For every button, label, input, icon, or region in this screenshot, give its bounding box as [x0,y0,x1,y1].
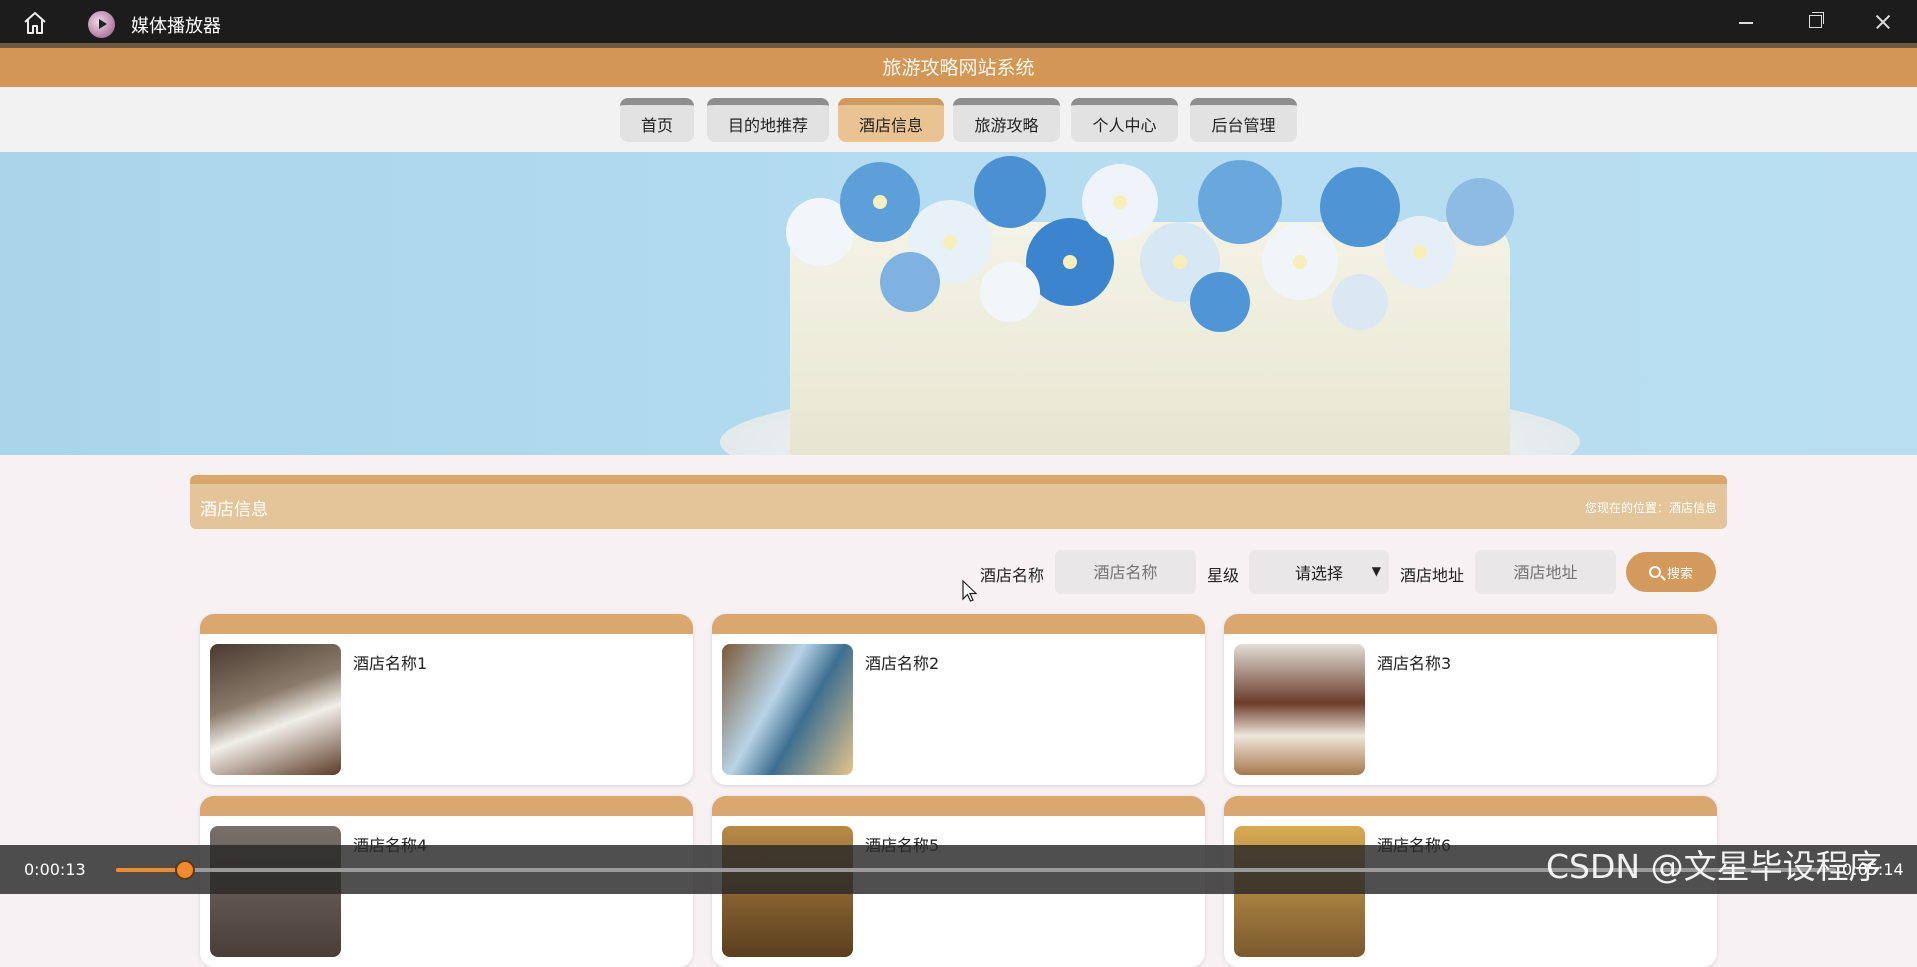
breadcrumb: 您现在的位置：酒店信息 [1584,501,1717,515]
hotel-name[interactable]: 酒店名称2 [865,650,939,674]
panel-header: 酒店信息 您现在的位置：酒店信息 [190,475,1727,529]
chevron-down-icon: ▼ [1371,564,1381,578]
hotel-card[interactable]: 酒店名称1 [200,614,693,785]
hotel-name[interactable]: 酒店名称1 [353,650,427,674]
current-time: 0:00:13 [24,860,86,879]
hotel-image[interactable] [722,644,853,775]
main-nav: 首页 目的地推荐 酒店信息 旅游攻略 个人中心 后台管理 [0,87,1917,152]
window-titlebar: 媒体播放器 [0,0,1917,43]
mouse-cursor-icon [962,580,978,602]
nav-item-hotels[interactable]: 酒店信息 [838,98,944,142]
site-title: 旅游攻略网站系统 [882,57,1035,79]
search-button-label: 搜索 [1666,566,1693,582]
hotel-name-input[interactable] [1055,550,1196,594]
page-title: 酒店信息 [200,500,268,520]
nav-item-guides[interactable]: 旅游攻略 [953,98,1060,142]
hotel-card[interactable]: 酒店名称2 [712,614,1205,785]
star-label: 星级 [1207,566,1240,585]
banner-image [0,152,1917,455]
hotel-address-label: 酒店地址 [1400,566,1465,585]
hotel-name-label: 酒店名称 [980,566,1045,585]
search-button[interactable]: 搜索 [1626,552,1716,592]
nav-item-admin[interactable]: 后台管理 [1190,98,1297,142]
hotel-address-input[interactable] [1475,550,1616,594]
hotel-name[interactable]: 酒店名称3 [1377,650,1451,674]
site-header: 旅游攻略网站系统 [0,43,1917,87]
watermark: CSDN @文星毕设程序 [1546,847,1882,886]
star-select-value: 请选择 [1294,564,1343,583]
hotel-image[interactable] [210,644,341,775]
banner-flowers [786,156,1514,332]
star-select[interactable]: 请选择 ▼ [1249,550,1389,594]
home-icon[interactable] [22,11,48,35]
media-player-logo-icon [88,11,115,38]
close-icon[interactable] [1868,8,1898,36]
hotel-image[interactable] [1234,644,1365,775]
restore-icon[interactable] [1800,8,1830,36]
nav-item-destinations[interactable]: 目的地推荐 [707,98,829,142]
window-title: 媒体播放器 [131,16,221,37]
seek-bar-thumb[interactable] [174,860,195,880]
nav-item-profile[interactable]: 个人中心 [1071,98,1178,142]
minimize-icon[interactable] [1731,8,1761,36]
hotel-card[interactable]: 酒店名称3 [1224,614,1717,785]
search-icon [1648,566,1661,578]
nav-item-home[interactable]: 首页 [620,98,694,142]
